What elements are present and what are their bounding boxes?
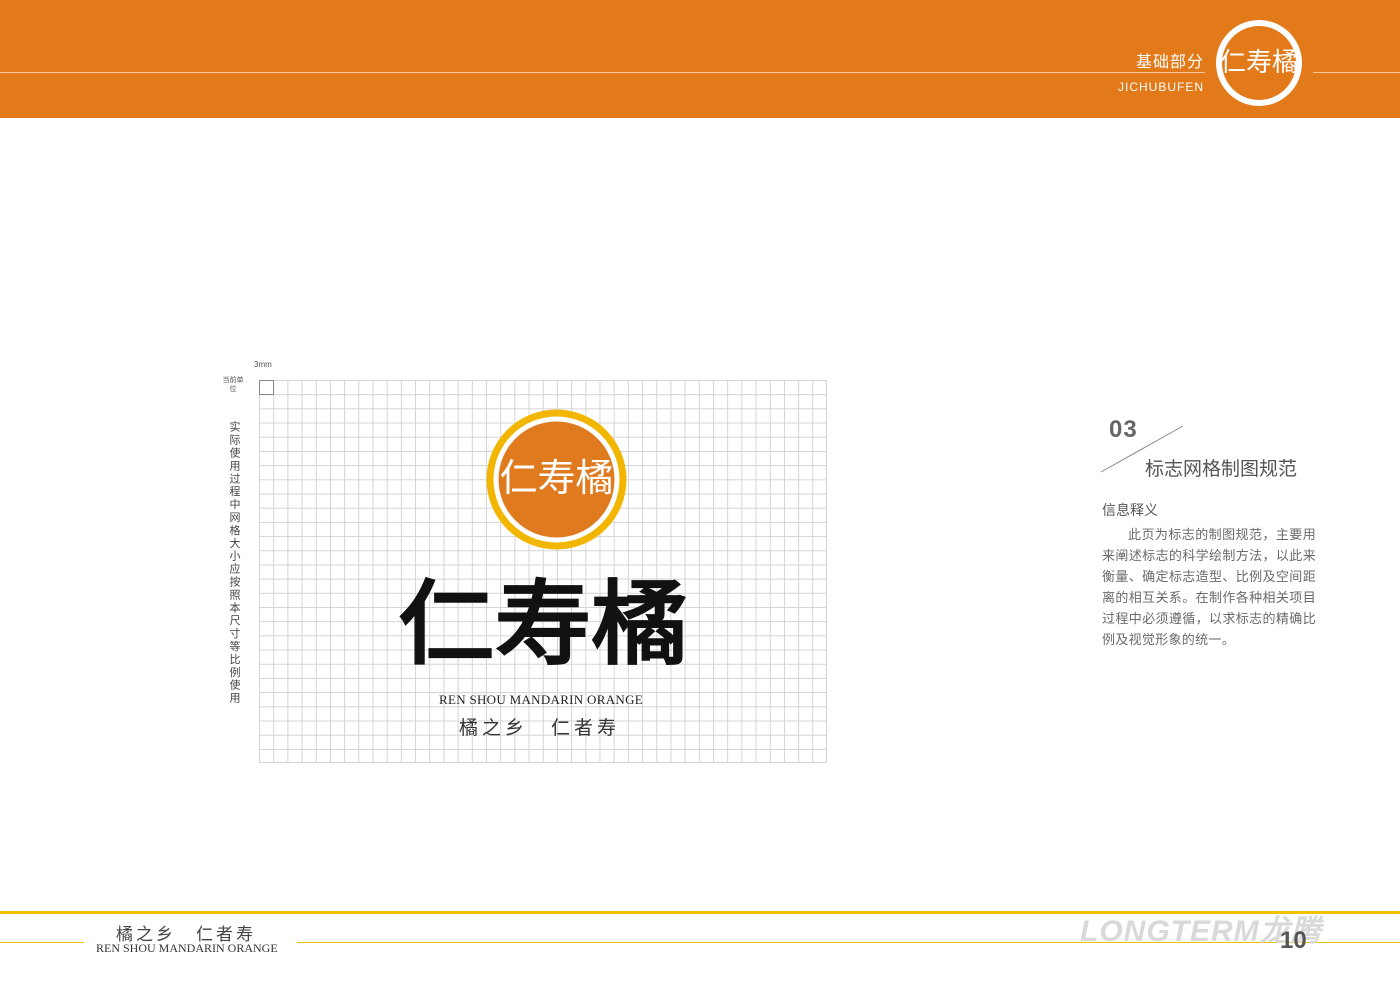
header-logo-emblem: 仁寿橘 bbox=[1216, 20, 1302, 106]
footer-english-name: REN SHOU MANDARIN ORANGE bbox=[96, 941, 278, 955]
logo-emblem: 仁寿橘 bbox=[486, 409, 627, 550]
logo-slogan: 橘之乡 仁者寿 bbox=[459, 717, 621, 739]
page-number: 10 bbox=[1280, 927, 1307, 954]
header-divider-left bbox=[0, 72, 1205, 73]
header-emblem-text: 仁寿橘 bbox=[1220, 48, 1298, 78]
grid-unit-cell-label: 当前单位 bbox=[222, 376, 244, 393]
logo-english-name: REN SHOU MANDARIN ORANGE bbox=[439, 692, 644, 707]
info-heading: 信息释义 bbox=[1102, 503, 1158, 519]
header-divider-right bbox=[1313, 72, 1400, 73]
section-title-en: JICHUBUFEN bbox=[1117, 80, 1204, 94]
info-body: 此页为标志的制图规范，主要用来阐述标志的科学绘制方法，以此来衡量、确定标志造型、… bbox=[1102, 528, 1316, 648]
section-title: 标志网格制图规范 bbox=[1145, 458, 1298, 480]
logo-wordmark-text: 仁寿橘 bbox=[398, 570, 688, 678]
header-band: 基础部分 JICHUBUFEN 仁寿橘 bbox=[0, 0, 1400, 118]
logo-emblem-text: 仁寿橘 bbox=[499, 456, 613, 500]
footer-rule-thin-left bbox=[0, 942, 84, 943]
logo-wordmark: 仁寿橘 bbox=[398, 570, 688, 678]
grid-unit-cell bbox=[259, 380, 274, 395]
section-title-cn: 基础部分 bbox=[1135, 52, 1204, 71]
grid-usage-note: 实际使用过程中网格大小应按照本尺寸等比例使用 bbox=[228, 421, 241, 705]
grid-unit-label: 3mm bbox=[254, 360, 272, 369]
